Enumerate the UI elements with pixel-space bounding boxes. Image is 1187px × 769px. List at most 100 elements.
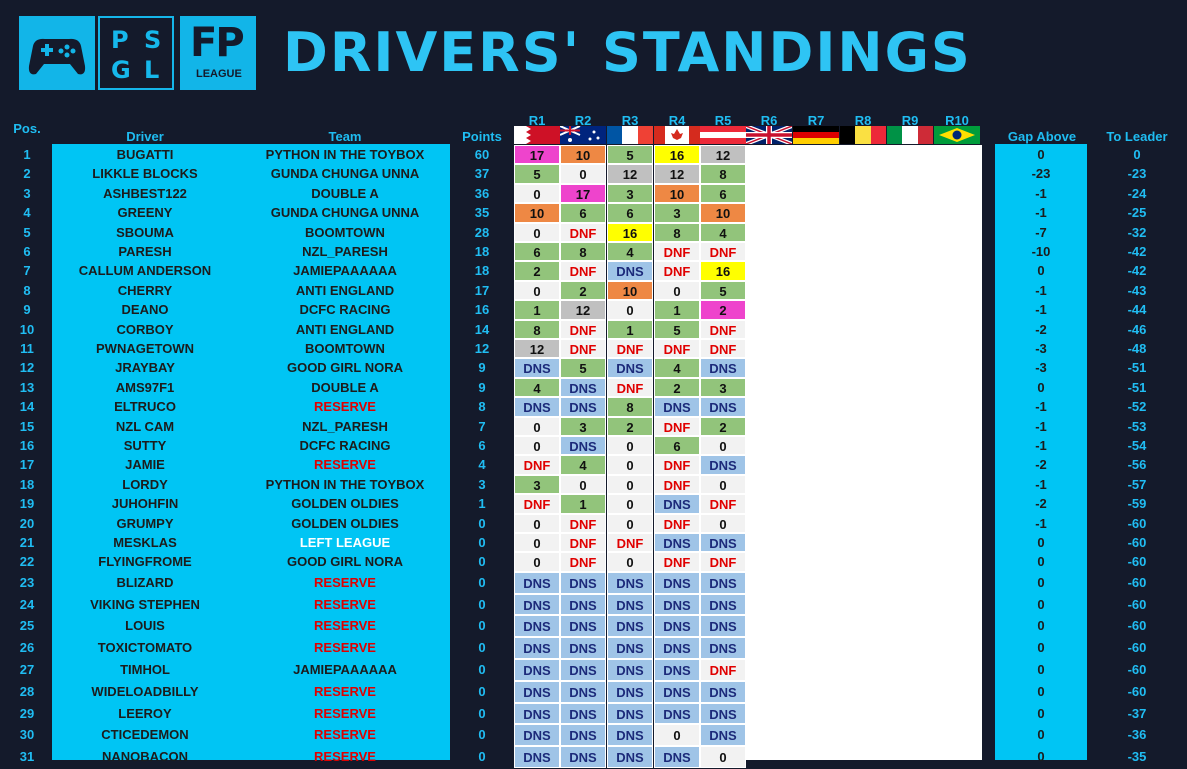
driver-points: 0 — [478, 749, 486, 765]
race-result-r5: 6 — [700, 183, 746, 204]
team-name: RESERVE — [314, 640, 376, 656]
race-result-r5: 2 — [700, 416, 746, 436]
race-result-r1: 0 — [514, 513, 560, 533]
race-result-r2: DNF — [560, 222, 606, 242]
to-leader: -60 — [1127, 535, 1147, 550]
to-leader: -32 — [1127, 224, 1147, 240]
driver-name: MESKLAS — [113, 535, 177, 550]
psgl-logo: P S G L — [98, 16, 174, 90]
race-result-r2: DNS — [560, 593, 606, 616]
race-result-r4: DNS — [654, 397, 700, 417]
gap-above: -1 — [1035, 302, 1047, 318]
race-result-r4: DNS — [654, 593, 700, 616]
driver-name: AMS97F1 — [115, 379, 175, 395]
race-result-r4: 6 — [654, 436, 700, 456]
team-name: GUNDA CHUNGA UNNA — [270, 166, 420, 182]
team-name: GOOD GIRL NORA — [286, 554, 404, 570]
race-result-r1: 1 — [514, 300, 560, 320]
race-result-r1: 0 — [514, 533, 560, 553]
to-leader: -60 — [1127, 662, 1147, 677]
gap-above: -3 — [1035, 341, 1047, 356]
race-result-r5: DNF — [700, 339, 746, 359]
gap-above: -2 — [1035, 321, 1047, 337]
race-result-r4: DNF — [654, 474, 700, 495]
race-result-r2: 2 — [560, 280, 606, 301]
race-result-r3: DNS — [607, 702, 653, 725]
team-name: RESERVE — [314, 574, 376, 590]
driver-points: 0 — [478, 705, 486, 721]
driver-name: LORDY — [122, 476, 168, 492]
to-leader: -54 — [1127, 438, 1147, 453]
team-name: RESERVE — [314, 596, 376, 612]
race-result-r5: DNS — [700, 533, 746, 553]
gap-above: 0 — [1037, 683, 1045, 699]
driver-name: SUTTY — [123, 438, 167, 453]
race-result-r4: DNF — [654, 455, 700, 475]
race-result-r3: DNF — [607, 533, 653, 553]
fp-logo-subtext: LEAGUE — [196, 68, 242, 80]
team-name: DCFC RACING — [299, 438, 391, 453]
race-result-r4: DNS — [654, 615, 700, 638]
team-name: RESERVE — [314, 457, 376, 473]
team-name: PYTHON IN THE TOYBOX — [265, 147, 425, 162]
page-title: DRIVERS' STANDINGS — [283, 21, 972, 84]
driver-points: 37 — [474, 166, 490, 182]
team-name: GOLDEN OLDIES — [291, 496, 399, 512]
race-result-r4: 0 — [654, 280, 700, 301]
to-leader: -37 — [1127, 705, 1147, 721]
gamepad-icon — [28, 38, 86, 75]
team-name: JAMIEPAAAAAA — [293, 662, 397, 677]
race-result-r4: 10 — [654, 183, 700, 204]
driver-points: 0 — [478, 535, 486, 550]
race-result-r5: 0 — [700, 746, 746, 768]
race-result-r1: 0 — [514, 436, 560, 456]
to-leader: -60 — [1127, 596, 1147, 612]
race-result-r1: 6 — [514, 242, 560, 262]
driver-name: DEANO — [121, 302, 169, 318]
team-name: JAMIEPAAAAAA — [293, 263, 397, 279]
race-result-r4: DNS — [654, 659, 700, 681]
gap-above: -1 — [1035, 438, 1047, 453]
race-result-r5: DNS — [700, 702, 746, 725]
driver-points: 14 — [474, 321, 490, 337]
gap-above: 0 — [1037, 662, 1045, 677]
driver-points: 18 — [474, 244, 490, 259]
race-result-r4: 2 — [654, 377, 700, 398]
race-result-r4: DNS — [654, 746, 700, 768]
race-result-r2: DNS — [560, 637, 606, 659]
race-result-r5: 3 — [700, 377, 746, 398]
race-result-r3: 3 — [607, 183, 653, 204]
driver-name: JUHOHFIN — [111, 496, 179, 512]
race-result-r3: DNS — [607, 593, 653, 616]
to-leader: -36 — [1127, 727, 1147, 743]
race-result-r4: 3 — [654, 203, 700, 223]
row-position: 1 — [23, 147, 31, 162]
race-result-r4: DNS — [654, 533, 700, 553]
gap-above: 0 — [1037, 705, 1045, 721]
driver-points: 0 — [478, 727, 486, 743]
fp-logo-text: FP — [190, 20, 245, 66]
driver-name: JRAYBAY — [115, 360, 175, 376]
race-result-r4: 4 — [654, 358, 700, 378]
race-result-r1: DNS — [514, 571, 560, 594]
driver-name: CALLUM ANDERSON — [78, 263, 212, 279]
race-result-r5: DNF — [700, 242, 746, 262]
brazil-flag-icon — [934, 126, 980, 144]
to-leader: -52 — [1127, 399, 1147, 415]
team-name: NZL_PARESH — [302, 418, 388, 434]
row-position: 6 — [23, 244, 31, 259]
race-result-r5: DNS — [700, 358, 746, 378]
race-result-r1: 5 — [514, 164, 560, 184]
header-pos: Pos. — [13, 121, 41, 136]
race-result-r5: 10 — [700, 203, 746, 223]
driver-points: 0 — [478, 618, 486, 634]
race-result-r2: 5 — [560, 358, 606, 378]
to-leader: -60 — [1127, 618, 1147, 634]
race-result-r2: DNS — [560, 724, 606, 747]
driver-name: WIDELOADBILLY — [91, 683, 199, 699]
driver-points: 16 — [474, 302, 490, 318]
race-result-r2: DNS — [560, 659, 606, 681]
race-result-r5: 12 — [700, 145, 746, 165]
to-leader: -42 — [1127, 263, 1147, 279]
team-name: RESERVE — [314, 399, 376, 415]
